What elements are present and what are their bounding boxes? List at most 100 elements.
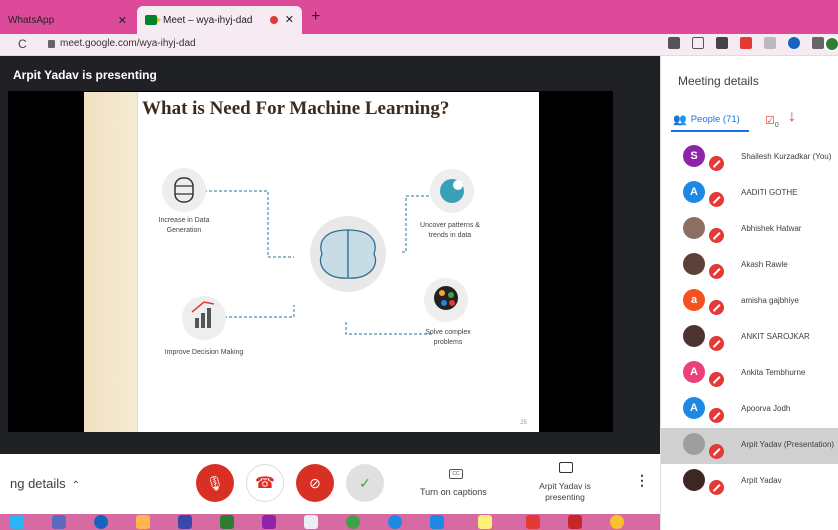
- taskbar-calculator-icon[interactable]: [220, 515, 234, 529]
- chat-icon: ☑: [765, 115, 775, 127]
- os-taskbar: [0, 514, 660, 530]
- mic-muted-icon: [709, 408, 724, 423]
- taskbar-folder-icon[interactable]: [478, 515, 492, 529]
- captions-icon[interactable]: CC: [449, 469, 463, 479]
- puzzle-icon[interactable]: [812, 37, 824, 49]
- brain-icon: [319, 229, 349, 279]
- avatar: [683, 469, 705, 491]
- close-icon[interactable]: ✕: [118, 14, 127, 27]
- participant-row[interactable]: A Ankita Tembhurne: [661, 356, 838, 392]
- new-tab-button[interactable]: +: [311, 8, 320, 26]
- participant-name: Arpit Yadav (Presentation): [741, 440, 835, 449]
- taskbar-skype-icon[interactable]: [430, 515, 444, 529]
- participant-row[interactable]: A AADITI GOTHE: [661, 176, 838, 212]
- chevron-up-icon: ⌃: [71, 480, 81, 491]
- participant-name: Arpit Yadav: [741, 476, 782, 485]
- participant-row[interactable]: ANKIT SAROJKAR: [661, 320, 838, 356]
- tab-people[interactable]: 👥 People (71): [673, 113, 740, 126]
- taskbar-folder-icon[interactable]: [136, 515, 150, 529]
- extension-icons: [668, 37, 824, 49]
- phone-hangup-icon: ☎: [255, 475, 275, 492]
- taskbar-chrome-icon[interactable]: [610, 515, 624, 529]
- taskbar-app-icon[interactable]: [526, 515, 540, 529]
- browser-tab-strip: WhatsApp ✕ Meet – wya-ihyj-dad ✕ +: [0, 0, 838, 34]
- data-node-circle: [162, 168, 206, 212]
- mic-muted-icon: [709, 300, 724, 315]
- participant-name: Ankita Tembhurne: [741, 368, 806, 377]
- check-icon: ✓: [359, 474, 371, 491]
- participant-name: Apoorva Jodh: [741, 404, 791, 413]
- taskbar-media-icon[interactable]: [94, 515, 108, 529]
- avatar: a: [683, 289, 705, 311]
- circle-extension-icon[interactable]: [788, 37, 800, 49]
- avatar: A: [683, 397, 705, 419]
- participant-row[interactable]: A Apoorva Jodh: [661, 392, 838, 428]
- participant-name: Akash Rawle: [741, 260, 788, 269]
- avatar: [683, 325, 705, 347]
- mic-muted-icon: [709, 480, 724, 495]
- taskbar-app-icon[interactable]: [388, 515, 402, 529]
- more-options-icon[interactable]: ⋮: [635, 472, 649, 489]
- url-field[interactable]: meet.google.com/wya-ihyj-dad: [60, 38, 196, 49]
- shield-extension-icon[interactable]: [740, 37, 752, 49]
- taskbar-pdf-icon[interactable]: [568, 515, 582, 529]
- mic-muted-icon: [709, 372, 724, 387]
- taskbar-app-icon[interactable]: [346, 515, 360, 529]
- people-tab-label: People (71): [690, 114, 740, 125]
- present-screen-icon[interactable]: [559, 462, 573, 473]
- tab-whatsapp[interactable]: WhatsApp ✕: [0, 6, 135, 34]
- taskbar-app-icon[interactable]: [304, 515, 318, 529]
- control-bar: ng details ⌃ 🎙 ☎ ⊘ ✓ CC Turn on captions …: [0, 454, 660, 514]
- star-icon[interactable]: [692, 37, 704, 49]
- slide-page-number: 25: [520, 420, 527, 426]
- reload-icon[interactable]: C: [18, 37, 27, 51]
- participant-row[interactable]: Arpit Yadav (Presentation): [661, 428, 838, 464]
- slide-diagram: [162, 168, 474, 340]
- close-icon[interactable]: ✕: [285, 13, 294, 26]
- people-icon: 👥: [673, 114, 687, 126]
- participant-row[interactable]: S Shailesh Kurzadkar (You): [661, 140, 838, 176]
- recording-icon: [270, 16, 278, 24]
- address-bar: C meet.google.com/wya-ihyj-dad: [0, 34, 838, 56]
- grid-extension-icon[interactable]: [716, 37, 728, 49]
- avatar: A: [683, 181, 705, 203]
- bar-chart-icon: [195, 318, 199, 328]
- mic-muted-icon: [709, 336, 724, 351]
- mic-muted-icon: [709, 192, 724, 207]
- extension-check-button[interactable]: ✓: [346, 464, 384, 502]
- participant-name: ANKIT SAROJKAR: [741, 332, 810, 341]
- participant-row[interactable]: Arpit Yadav: [661, 464, 838, 500]
- connector-decision: [219, 305, 295, 318]
- participant-row[interactable]: Abhishek Hatwar: [661, 212, 838, 248]
- camera-off-button[interactable]: ⊘: [296, 464, 334, 502]
- mic-muted-icon: [709, 228, 724, 243]
- network-icon: [434, 286, 458, 310]
- profile-avatar[interactable]: [824, 36, 838, 52]
- shared-slide: What is Need For Machine Learning? Incre…: [84, 92, 539, 432]
- leave-call-button[interactable]: ☎: [246, 464, 284, 502]
- tab-chat[interactable]: ☑0: [765, 114, 779, 129]
- taskbar-paint-icon[interactable]: [262, 515, 276, 529]
- taskbar-app-icon[interactable]: [52, 515, 66, 529]
- avatar: [683, 217, 705, 239]
- slide-title: What is Need For Machine Learning?: [142, 98, 450, 119]
- active-tab-indicator: [671, 130, 749, 132]
- participant-row[interactable]: Akash Rawle: [661, 248, 838, 284]
- captions-label[interactable]: Turn on captions: [420, 487, 487, 497]
- presenting-label[interactable]: Arpit Yadav is presenting: [528, 481, 602, 503]
- mic-off-button[interactable]: 🎙: [196, 464, 234, 502]
- connector-data: [204, 190, 294, 258]
- tab-label: WhatsApp: [8, 14, 55, 26]
- extension-icon[interactable]: [764, 37, 776, 49]
- lock-icon: [48, 40, 55, 48]
- tab-meet[interactable]: Meet – wya-ihyj-dad ✕: [137, 6, 302, 34]
- meeting-details-button[interactable]: ng details ⌃: [10, 476, 80, 491]
- taskbar-app-icon[interactable]: [178, 515, 192, 529]
- participant-row[interactable]: a amisha gajbhiye: [661, 284, 838, 320]
- label-data-generation: Increase in Data Generation: [158, 217, 210, 234]
- participant-name: amisha gajbhiye: [741, 296, 799, 305]
- taskbar-ie-icon[interactable]: [10, 515, 24, 529]
- label-uncover-patterns: Uncover patterns & trends in data: [420, 222, 480, 239]
- mic-muted-icon: [709, 156, 724, 171]
- camera-icon[interactable]: [668, 37, 680, 49]
